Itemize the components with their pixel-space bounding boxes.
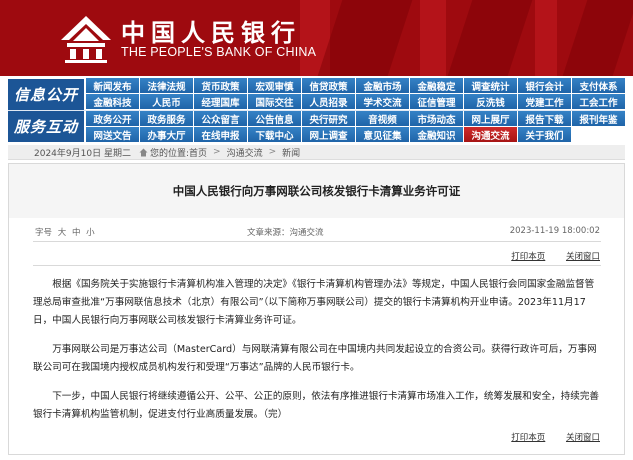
nav-item[interactable]: 新闻发布 bbox=[86, 78, 139, 93]
nav-item[interactable]: 支付体系 bbox=[572, 78, 625, 93]
nav-item[interactable]: 办事大厅 bbox=[140, 127, 193, 142]
banner-decoration bbox=[535, 0, 557, 76]
article-paragraph: 下一步，中国人民银行将继续遵循公开、公平、公正的原则，依法有序推进银行卡清算市场… bbox=[33, 391, 600, 420]
nav-item[interactable]: 学术交流 bbox=[356, 94, 409, 109]
nav-item[interactable]: 公众留言 bbox=[194, 111, 247, 126]
header-banner: 中国人民银行 THE PEOPLE'S BANK OF CHINA bbox=[0, 0, 633, 76]
nav-item[interactable]: 公告信息 bbox=[248, 111, 301, 126]
breadcrumb-prefix: 您的位置: bbox=[149, 148, 189, 159]
nav-item[interactable]: 政务服务 bbox=[140, 111, 193, 126]
meta-divider bbox=[33, 241, 601, 242]
close-window-link[interactable]: 关闭窗口 bbox=[566, 252, 600, 262]
article-meta: 字号 大 中 小 文章来源：沟通交流 2023-11-19 18:00:02 bbox=[9, 226, 624, 240]
nav-item[interactable]: 征信管理 bbox=[410, 94, 463, 109]
breadcrumb-news[interactable]: 新闻 bbox=[282, 146, 300, 159]
nav-item[interactable]: 调查统计 bbox=[464, 78, 517, 93]
font-size-small[interactable]: 小 bbox=[86, 228, 95, 238]
article-source: 文章来源：沟通交流 bbox=[247, 228, 324, 238]
info-nav-grid: 新闻发布 法律法规 货币政策 宏观审慎 信贷政策 金融市场 金融稳定 调查统计 … bbox=[86, 78, 625, 109]
nav-item[interactable]: 宏观审慎 bbox=[248, 78, 301, 93]
font-size-control: 字号 大 中 小 bbox=[35, 226, 95, 238]
main-navigation: 信息公开 新闻发布 法律法规 货币政策 宏观审慎 信贷政策 金融市场 金融稳定 … bbox=[8, 78, 625, 143]
breadcrumb: 2024年9月10日 星期二 您的位置: 首页 > 沟通交流 > 新闻 bbox=[8, 145, 625, 160]
font-size-medium[interactable]: 中 bbox=[72, 228, 81, 238]
nav-item[interactable]: 金融科技 bbox=[86, 94, 139, 109]
article-body: 根据《国务院关于实施银行卡清算机构准入管理的决定》《银行卡清算机构管理办法》等规… bbox=[33, 276, 603, 435]
font-size-large[interactable]: 大 bbox=[58, 228, 67, 238]
banner-decoration bbox=[317, 0, 413, 76]
nav-item[interactable]: 网送文告 bbox=[86, 127, 139, 142]
breadcrumb-separator: > bbox=[268, 147, 277, 157]
section-info-disclosure[interactable]: 信息公开 bbox=[8, 79, 84, 110]
nav-item[interactable]: 报刊年鉴 bbox=[572, 111, 625, 126]
section-service-interaction[interactable]: 服务互动 bbox=[8, 111, 84, 142]
nav-item[interactable]: 党建工作 bbox=[518, 94, 571, 109]
banner-decoration bbox=[447, 0, 533, 76]
nav-item-selected[interactable]: 沟通交流 bbox=[464, 127, 517, 142]
nav-item[interactable]: 金融市场 bbox=[356, 78, 409, 93]
article-title: 中国人民银行向万事网联公司核发银行卡清算业务许可证 bbox=[172, 184, 461, 198]
service-nav-grid: 政务公开 政务服务 公众留言 公告信息 央行研究 音视频 市场动态 网上展厅 报… bbox=[86, 111, 625, 142]
font-size-label: 字号 bbox=[35, 228, 53, 238]
nav-item[interactable]: 在线申报 bbox=[194, 127, 247, 142]
nav-item[interactable]: 法律法规 bbox=[140, 78, 193, 93]
article-paragraph: 万事网联公司是万事达公司（MasterCard）与网联清算有限公司在中国境内共同… bbox=[33, 344, 597, 373]
nav-item[interactable]: 经理国库 bbox=[194, 94, 247, 109]
print-page-link[interactable]: 打印本页 bbox=[511, 433, 545, 443]
nav-item[interactable]: 信贷政策 bbox=[302, 78, 355, 93]
brand-name-en: THE PEOPLE'S BANK OF CHINA bbox=[121, 45, 317, 59]
nav-item[interactable]: 金融知识 bbox=[410, 127, 463, 142]
banner-decoration bbox=[562, 0, 633, 76]
nav-item[interactable]: 工会工作 bbox=[572, 94, 625, 109]
current-date: 2024年9月10日 星期二 bbox=[34, 148, 131, 159]
article-title-bar: 中国人民银行向万事网联公司核发银行卡清算业务许可证 bbox=[9, 164, 624, 218]
article-container: 中国人民银行向万事网联公司核发银行卡清算业务许可证 字号 大 中 小 文章来源：… bbox=[8, 163, 625, 455]
article-paragraph: 根据《国务院关于实施银行卡清算机构准入管理的决定》《银行卡清算机构管理办法》等规… bbox=[33, 279, 595, 326]
article-date: 2023-11-19 18:00:02 bbox=[509, 226, 600, 236]
nav-item[interactable]: 网上调查 bbox=[302, 127, 355, 142]
nav-item[interactable]: 政务公开 bbox=[86, 111, 139, 126]
nav-item[interactable]: 金融稳定 bbox=[410, 78, 463, 93]
nav-item[interactable]: 关于我们 bbox=[518, 127, 571, 142]
pboc-logo-icon[interactable] bbox=[59, 14, 113, 64]
close-window-link[interactable]: 关闭窗口 bbox=[566, 433, 600, 443]
nav-item[interactable]: 音视频 bbox=[356, 111, 409, 126]
nav-item[interactable]: 人员招录 bbox=[302, 94, 355, 109]
nav-item[interactable]: 国际交往 bbox=[248, 94, 301, 109]
nav-item[interactable]: 反洗钱 bbox=[464, 94, 517, 109]
nav-item[interactable]: 人民币 bbox=[140, 94, 193, 109]
brand-name-cn[interactable]: 中国人民银行 bbox=[121, 13, 301, 48]
nav-item[interactable]: 货币政策 bbox=[194, 78, 247, 93]
nav-item[interactable]: 央行研究 bbox=[302, 111, 355, 126]
breadcrumb-communication[interactable]: 沟通交流 bbox=[227, 146, 263, 159]
home-icon bbox=[139, 148, 148, 157]
breadcrumb-home[interactable]: 首页 bbox=[189, 146, 207, 159]
print-page-link[interactable]: 打印本页 bbox=[511, 252, 545, 262]
nav-item[interactable]: 意见征集 bbox=[356, 127, 409, 142]
nav-item[interactable]: 银行会计 bbox=[518, 78, 571, 93]
bottom-actions: 打印本页 关闭窗口 bbox=[493, 431, 600, 443]
banner-decoration bbox=[420, 0, 446, 76]
nav-item[interactable]: 市场动态 bbox=[410, 111, 463, 126]
nav-item[interactable]: 网上展厅 bbox=[464, 111, 517, 126]
nav-item[interactable]: 下载中心 bbox=[248, 127, 301, 142]
top-actions: 打印本页 关闭窗口 bbox=[493, 250, 600, 262]
nav-item[interactable]: 报告下载 bbox=[518, 111, 571, 126]
breadcrumb-separator: > bbox=[213, 147, 221, 157]
actions-divider bbox=[33, 265, 601, 266]
